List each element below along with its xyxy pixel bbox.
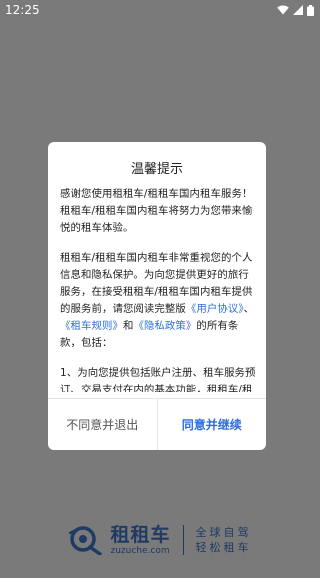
wifi-icon — [277, 5, 289, 15]
status-icons — [277, 4, 314, 16]
user-agreement-link[interactable]: 《用户协议》 — [186, 303, 244, 315]
zuzuche-logo-icon — [69, 526, 103, 555]
brand-footer: 租租车 zuzuche.com 全球自驾 轻松租车 — [0, 518, 320, 562]
decline-exit-button[interactable]: 不同意并退出 — [48, 399, 158, 450]
accept-continue-button[interactable]: 同意并继续 — [158, 399, 267, 450]
dialog-paragraph: 租租车/租租车国内租车非常重视您的个人信息和隐私保护。为向您提供更好的旅行服务，… — [60, 250, 256, 352]
dialog-body[interactable]: 感谢您使用租租车/租租车国内租车服务！租租车/租租车国内租车将努力为您带来愉悦的… — [60, 186, 256, 392]
separator-text: 、 — [243, 303, 255, 315]
brand-url: zuzuche.com — [110, 546, 170, 556]
dialog-paragraph: 1、为向您提供包括账户注册、租车服务预订、交易支付在内的基本功能，租租车/租租车… — [60, 367, 256, 392]
slogan-line: 全球自驾 — [195, 526, 252, 539]
status-time: 12:25 — [5, 3, 40, 17]
brand-divider — [182, 525, 184, 555]
brand-name: 租租车 — [110, 524, 171, 546]
dialog-footer: 不同意并退出 同意并继续 — [48, 398, 266, 450]
dialog-paragraph: 感谢您使用租租车/租租车国内租车服务！租租车/租租车国内租车将努力为您带来愉悦的… — [60, 188, 253, 234]
brand-logo: 租租车 zuzuche.com — [68, 524, 170, 556]
rental-rules-link[interactable]: 《租车规则》 — [60, 320, 123, 332]
slogan-line: 轻松租车 — [195, 541, 252, 554]
privacy-dialog: 温馨提示 感谢您使用租租车/租租车国内租车服务！租租车/租租车国内租车将努力为您… — [48, 142, 266, 450]
battery-icon — [307, 4, 314, 16]
privacy-policy-link[interactable]: 《隐私政策》 — [133, 320, 196, 332]
status-bar: 12:25 — [0, 0, 320, 20]
dialog-title: 温馨提示 — [130, 162, 183, 177]
brand-slogan: 全球自驾 轻松租车 — [196, 525, 252, 555]
signal-icon — [293, 5, 303, 15]
separator-text: 和 — [122, 320, 134, 332]
